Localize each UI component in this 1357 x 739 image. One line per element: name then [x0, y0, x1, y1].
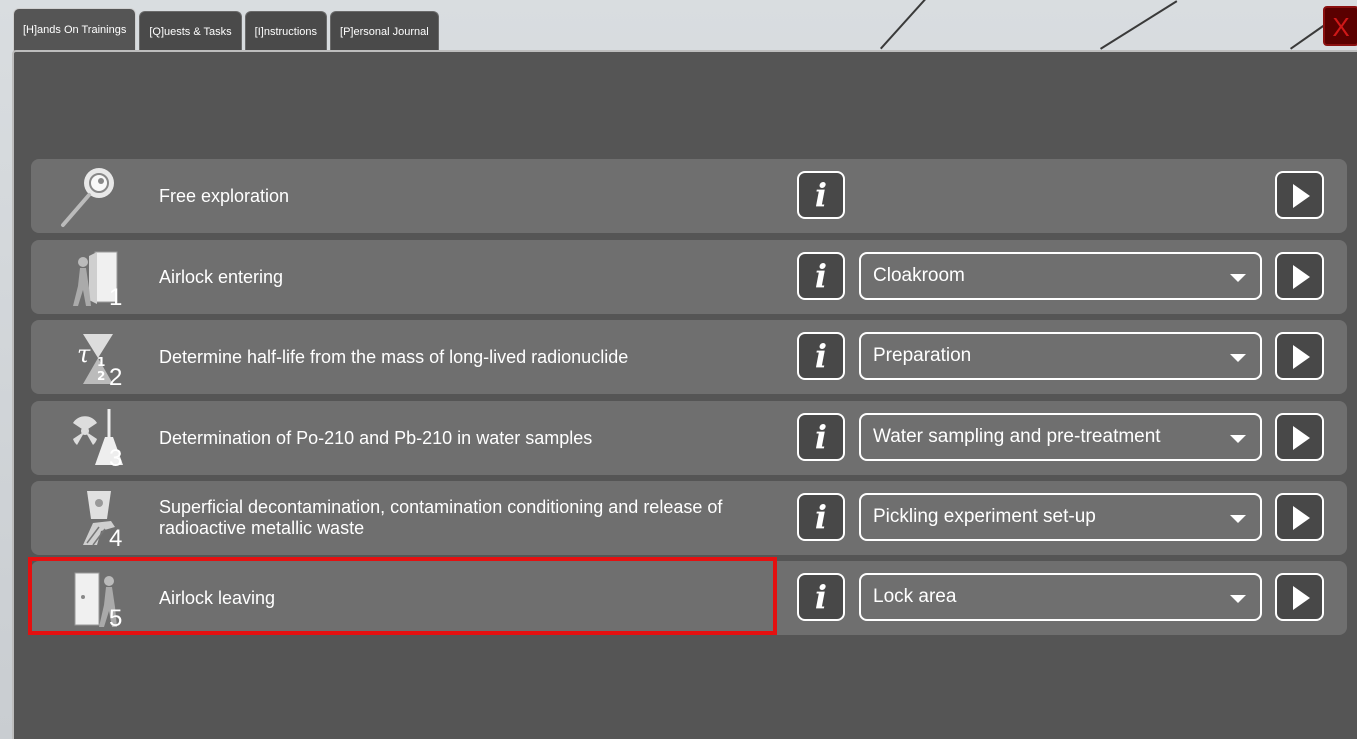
training-number: 2	[109, 364, 123, 391]
training-title: Free exploration	[159, 185, 290, 206]
chevron-down-icon	[1230, 435, 1246, 443]
info-button[interactable]: i	[797, 413, 845, 461]
svg-text:1: 1	[97, 355, 105, 369]
play-icon	[1293, 586, 1310, 610]
stage-select-value: Water sampling and pre-treatment	[873, 426, 1161, 447]
chevron-down-icon	[1230, 515, 1246, 523]
tab-hands-on-trainings[interactable]: [H]ands On Trainings	[13, 8, 137, 51]
training-title: Determination of Po-210 and Pb-210 in wa…	[159, 427, 593, 448]
start-button[interactable]	[1275, 413, 1324, 461]
training-number: 5	[109, 605, 123, 632]
stage-select[interactable]: Preparation	[859, 332, 1262, 380]
info-button[interactable]: i	[797, 493, 845, 541]
magnifier-icon	[53, 165, 133, 229]
training-row-airlock-leaving[interactable]: 5 Airlock leaving i Lock area	[31, 561, 1347, 635]
stage-select-value: Pickling experiment set-up	[873, 506, 1096, 527]
play-icon	[1293, 265, 1310, 289]
stage-select-value: Preparation	[873, 345, 972, 366]
svg-text:2: 2	[97, 369, 105, 383]
training-title: Determine half-life from the mass of lon…	[159, 346, 629, 367]
play-icon	[1293, 506, 1310, 530]
chevron-down-icon	[1230, 595, 1246, 603]
training-number: 4	[109, 525, 123, 552]
tab-personal-journal[interactable]: [P]ersonal Journal	[330, 11, 439, 51]
stage-select-value: Lock area	[873, 586, 957, 607]
start-button[interactable]	[1275, 171, 1324, 219]
stage-select[interactable]: Cloakroom	[859, 252, 1262, 300]
chevron-down-icon	[1230, 274, 1246, 282]
background-beam	[880, 0, 936, 50]
start-button[interactable]	[1275, 573, 1324, 621]
training-title: Airlock entering	[159, 266, 284, 287]
info-button[interactable]: i	[797, 252, 845, 300]
start-button[interactable]	[1275, 332, 1324, 380]
info-button[interactable]: i	[797, 573, 845, 621]
close-button[interactable]: X	[1323, 6, 1357, 46]
training-row-free-exploration[interactable]: Free exploration i	[31, 159, 1347, 233]
stage-select[interactable]: Water sampling and pre-treatment	[859, 413, 1262, 461]
tab-bar: [H]ands On Trainings [Q]uests & Tasks [I…	[13, 8, 439, 51]
training-row-po210-pb210[interactable]: 3 Determination of Po-210 and Pb-210 in …	[31, 401, 1347, 475]
training-row-half-life[interactable]: τ 1 2 2 Determine half-life from the mas…	[31, 320, 1347, 394]
stage-select[interactable]: Lock area	[859, 573, 1262, 621]
trainings-panel	[12, 50, 1357, 739]
training-number: 1	[109, 284, 123, 311]
tab-quests-tasks[interactable]: [Q]uests & Tasks	[139, 11, 242, 51]
tab-instructions[interactable]: [I]nstructions	[244, 11, 328, 51]
info-button[interactable]: i	[797, 171, 845, 219]
start-button[interactable]	[1275, 493, 1324, 541]
training-row-decontamination[interactable]: 4 Superficial decontamination, contamina…	[31, 481, 1347, 555]
stage-select-value: Cloakroom	[873, 265, 965, 286]
training-title: Superficial decontamination, contaminati…	[159, 497, 723, 538]
play-icon	[1293, 184, 1310, 208]
svg-text:τ: τ	[77, 340, 91, 368]
start-button[interactable]	[1275, 252, 1324, 300]
background-beam	[1100, 0, 1178, 50]
chevron-down-icon	[1230, 354, 1246, 362]
training-number: 3	[109, 445, 123, 472]
play-icon	[1293, 345, 1310, 369]
training-title: Airlock leaving	[159, 587, 276, 608]
stage-select[interactable]: Pickling experiment set-up	[859, 493, 1262, 541]
background-beam	[1290, 25, 1324, 50]
info-button[interactable]: i	[797, 332, 845, 380]
training-row-airlock-entering[interactable]: 1 Airlock entering i Cloakroom	[31, 240, 1347, 314]
play-icon	[1293, 426, 1310, 450]
